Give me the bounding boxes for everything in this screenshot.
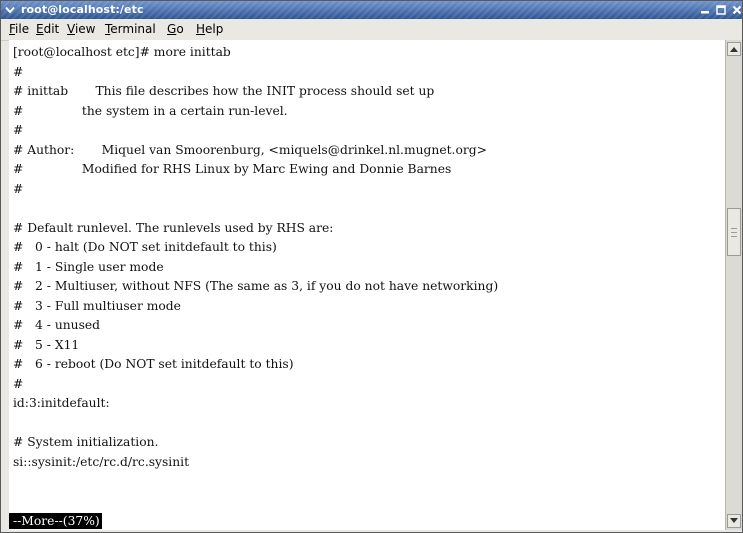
terminal-line: # 0 - halt (Do NOT set initdefault to th…: [13, 240, 277, 254]
window-title: root@localhost:/etc: [21, 3, 144, 16]
terminal-line: #: [13, 181, 24, 196]
terminal-window: root@localhost:/etc File Edit View Termi…: [0, 0, 743, 533]
menu-terminal[interactable]: Terminal: [105, 22, 156, 37]
terminal-line: # Default runlevel. The runlevels used b…: [13, 220, 334, 235]
minimize-icon: [701, 11, 709, 14]
scroll-thumb[interactable]: [727, 208, 741, 256]
terminal-line: # 2 - Multiuser, without NFS (The same a…: [13, 279, 499, 293]
scroll-down-button[interactable]: [727, 514, 741, 528]
maximize-icon: [716, 5, 726, 15]
close-icon: [732, 5, 742, 15]
chevron-down-icon: [5, 6, 15, 14]
scroll-up-button[interactable]: [727, 42, 741, 56]
arrow-down-icon: [730, 518, 738, 523]
menu-bar: File Edit View Terminal Go Help: [1, 19, 742, 41]
close-button[interactable]: [730, 3, 743, 17]
terminal-line: si::sysinit:/etc/rc.d/rc.sysinit: [13, 454, 190, 469]
terminal-line: # 6 - reboot (Do NOT set initdefault to …: [13, 357, 294, 371]
title-bar[interactable]: root@localhost:/etc: [1, 1, 742, 19]
arrow-up-icon: [730, 47, 738, 52]
terminal-line: #: [13, 123, 24, 137]
menu-file[interactable]: File: [9, 22, 29, 37]
pager-prompt: --More--(37%): [9, 513, 102, 529]
menu-view[interactable]: View: [67, 22, 95, 37]
thumb-grip: [731, 236, 737, 237]
terminal-line: # 3 - Full multiuser mode: [13, 298, 181, 313]
terminal-line: # Modified for RHS Linux by Marc Ewing a…: [13, 162, 452, 176]
menu-go[interactable]: Go: [167, 22, 184, 37]
maximize-button[interactable]: [714, 3, 728, 17]
terminal-line: #: [13, 376, 24, 391]
terminal-output[interactable]: [root@localhost etc]# more inittab # # ini…: [9, 40, 725, 530]
terminal-line: # inittab This file describes how the IN…: [13, 84, 435, 98]
terminal-line: [root@localhost etc]# more inittab: [13, 45, 231, 59]
terminal-line: # System initialization.: [13, 435, 159, 449]
window-menu-button[interactable]: [4, 3, 16, 17]
menu-help[interactable]: Help: [196, 22, 223, 37]
terminal-line: # the system in a certain run-level.: [13, 103, 288, 118]
menu-edit[interactable]: Edit: [36, 22, 59, 37]
terminal-line: #: [13, 64, 24, 79]
terminal-line: id:3:initdefault:: [13, 396, 110, 410]
minimize-button[interactable]: [698, 3, 712, 17]
terminal-line: # 1 - Single user mode: [13, 259, 164, 274]
vertical-scrollbar[interactable]: [725, 40, 742, 530]
thumb-grip: [731, 228, 737, 229]
terminal-line: # 5 - X11: [13, 337, 80, 352]
terminal-line: # Author: Miquel van Smoorenburg, <mique…: [13, 142, 487, 157]
thumb-grip: [731, 232, 737, 233]
terminal-line: # 4 - unused: [13, 318, 101, 332]
